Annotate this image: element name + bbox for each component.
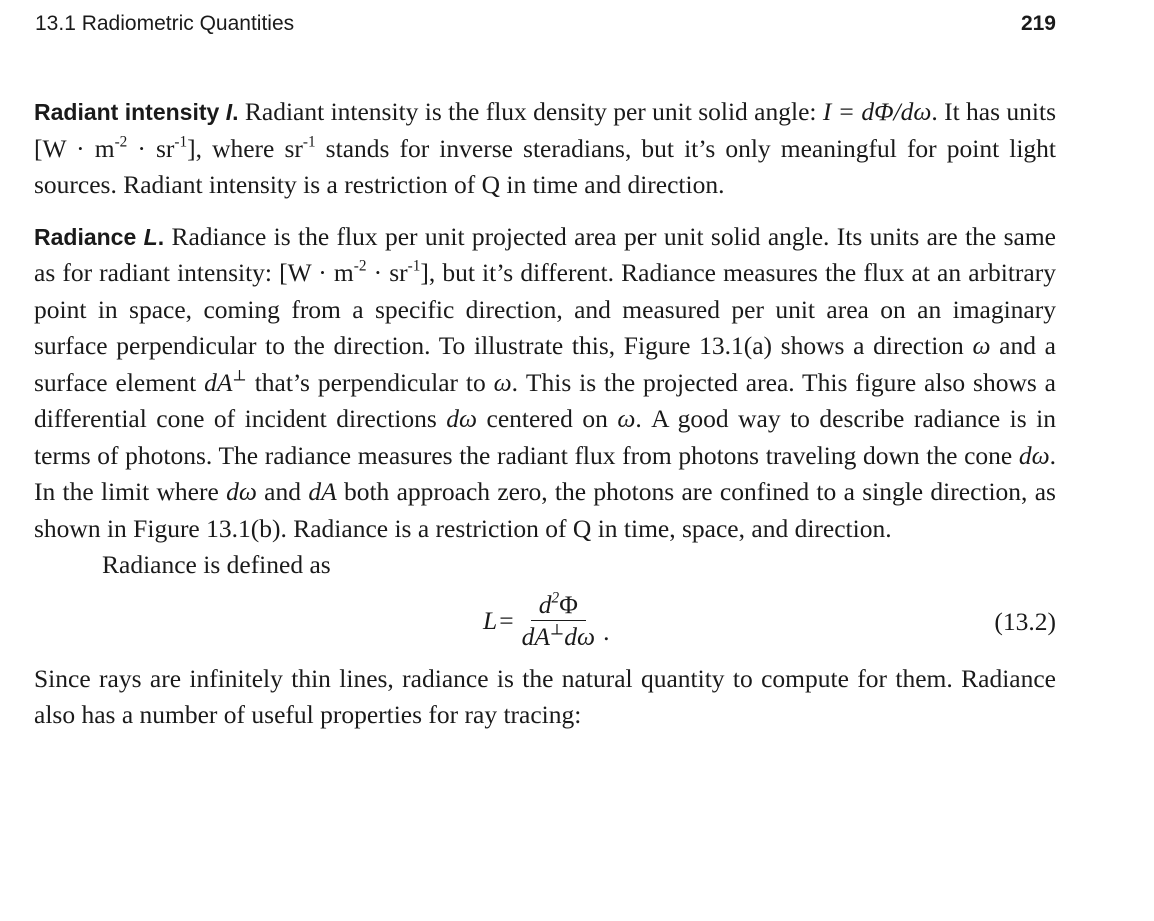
page-number: 219 <box>1020 12 1056 35</box>
equation-fraction: d2Φ dA⊥dω <box>516 590 601 653</box>
equation-13-2: L = d2Φ dA⊥dω . (13.2) <box>34 586 1056 658</box>
radiance-equation: L = d2Φ dA⊥dω . <box>483 588 610 653</box>
intensity-formula: I = dΦ/dω <box>822 97 932 126</box>
running-head: 13.1 Radiometric Quantities 219 <box>35 12 1056 42</box>
radiance-heading: Radiance L. <box>34 223 165 250</box>
closing-paragraph: Since rays are infinitely thin lines, ra… <box>34 663 1056 730</box>
page-body: Radiant intensity I. Radiant intensity i… <box>34 94 1056 734</box>
equation-numerator: d2Φ <box>530 590 586 621</box>
section-title: 13.1 Radiometric Quantities <box>35 12 295 35</box>
radiant-intensity-heading: Radiant intensity I. <box>34 99 239 125</box>
equation-number: (13.2) <box>994 606 1056 636</box>
definition-intro: Radiance is defined as <box>102 550 331 579</box>
radiant-intensity-paragraph: Radiant intensity I. Radiant intensity i… <box>34 97 1057 199</box>
radiance-paragraph: Radiance L. Radiance is the flux per uni… <box>34 221 1056 543</box>
equation-denominator: dA⊥dω <box>521 620 596 651</box>
